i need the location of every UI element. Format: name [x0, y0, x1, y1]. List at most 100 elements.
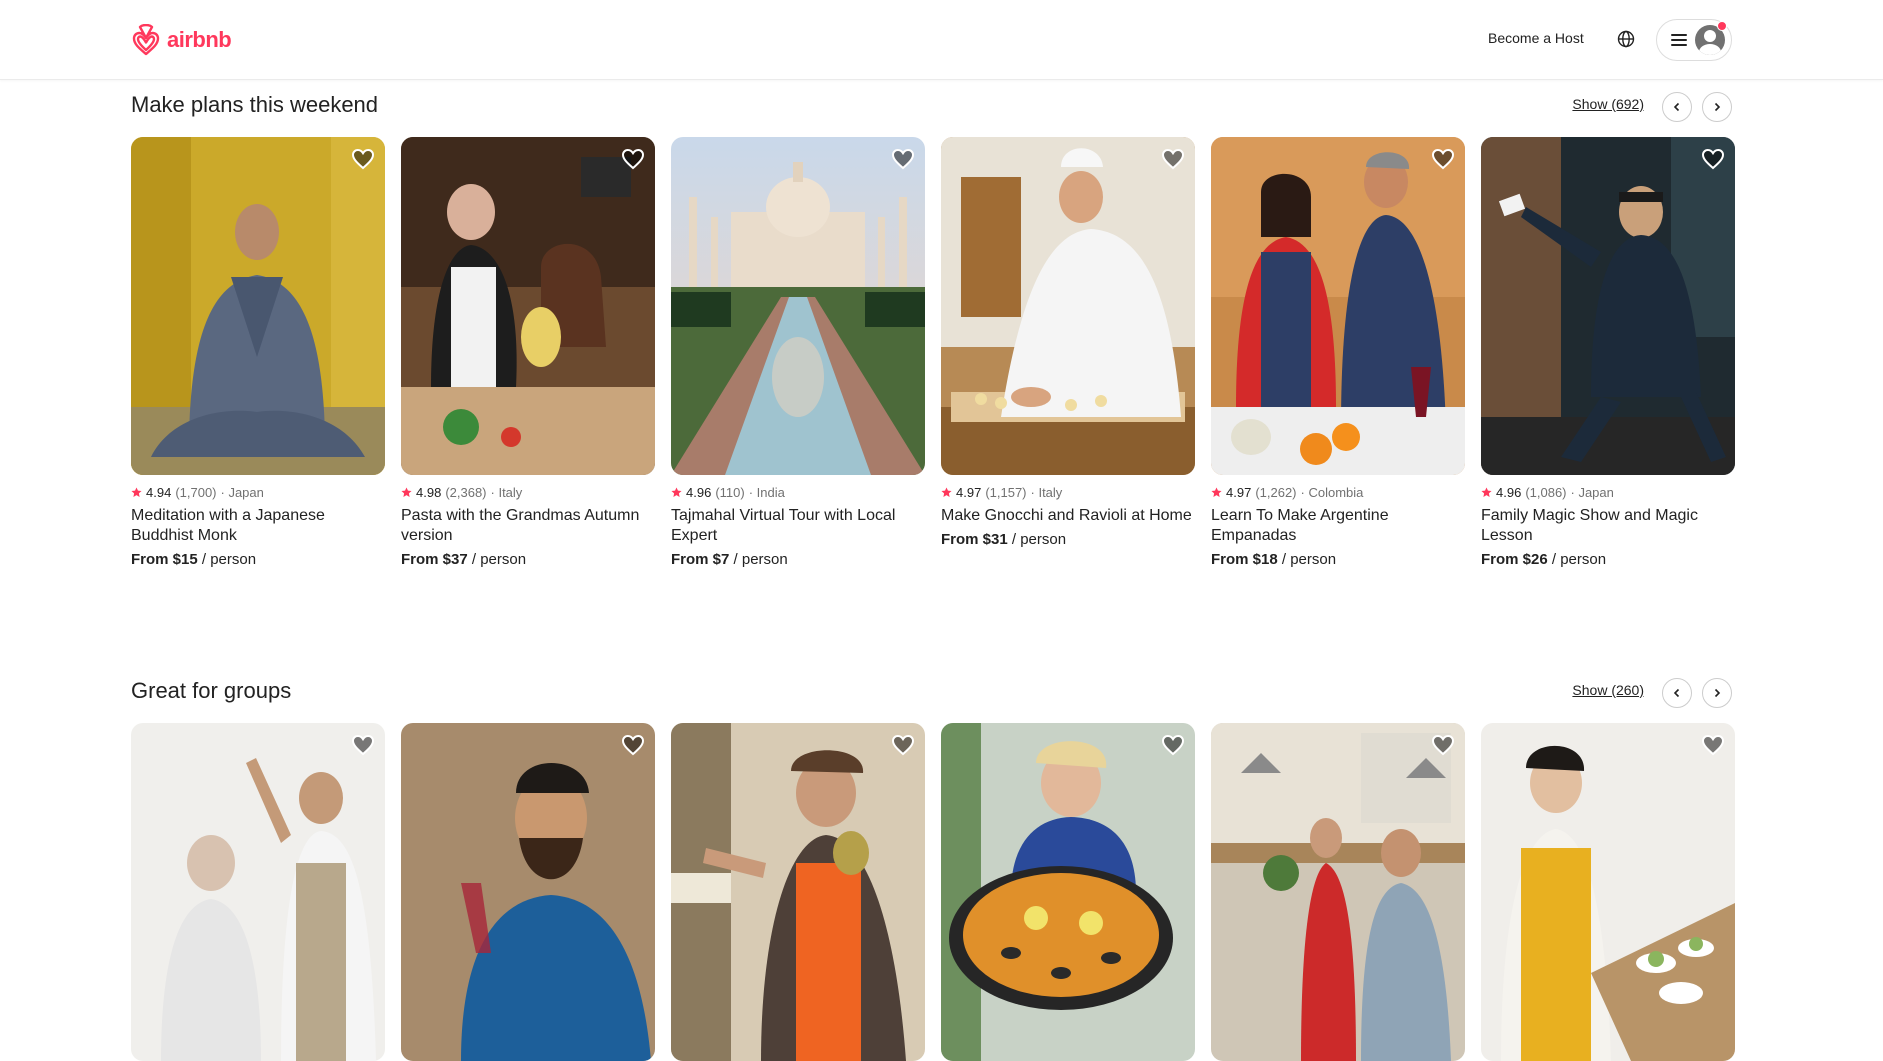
- price-unit: / person: [1007, 531, 1067, 548]
- section-title: Make plans this weekend: [131, 92, 379, 117]
- experience-title: Tajmahal Virtual Tour with Local Expert: [671, 507, 896, 544]
- location: · Japan: [220, 485, 264, 500]
- heart-icon[interactable]: [1701, 147, 1725, 171]
- experience-card[interactable]: [131, 723, 385, 1061]
- experience-card[interactable]: 4.96 (1,086) · Japan Family Magic Show a…: [1481, 137, 1735, 568]
- price-row: From $15 / person: [131, 551, 385, 568]
- experience-photo: [1211, 723, 1465, 1061]
- experience-photo: [1211, 137, 1465, 475]
- experience-photo: [671, 137, 925, 475]
- hamburger-menu-icon: [1671, 32, 1687, 48]
- airbnb-logo[interactable]: airbnb: [131, 24, 232, 56]
- price-row: From $31 / person: [941, 531, 1195, 548]
- experience-photo: [671, 723, 925, 1061]
- heart-icon[interactable]: [621, 733, 645, 757]
- experience-photo: [401, 723, 655, 1061]
- chevron-left-icon: [1673, 688, 1680, 698]
- carousel-prev-button[interactable]: [1662, 92, 1692, 122]
- rating-value: 4.97: [1226, 485, 1252, 500]
- experience-card[interactable]: [1481, 723, 1735, 1061]
- experience-card[interactable]: 4.97 (1,262) · Colombia Learn To Make Ar…: [1211, 137, 1465, 568]
- experience-title: Meditation with a Japanese Buddhist Monk: [131, 507, 325, 544]
- heart-icon[interactable]: [1161, 733, 1185, 757]
- heart-icon[interactable]: [1701, 733, 1725, 757]
- experience-title: Family Magic Show and Magic Lesson: [1481, 507, 1698, 544]
- star-icon: [131, 487, 142, 497]
- experience-photo: [1481, 723, 1735, 1061]
- rating-value: 4.97: [956, 485, 982, 500]
- rating-value: 4.98: [416, 485, 442, 500]
- location: · Italy: [490, 485, 523, 500]
- experience-card[interactable]: [401, 723, 655, 1061]
- price-unit: / person: [1277, 551, 1337, 568]
- experience-card[interactable]: 4.94 (1,700) · Japan Meditation with a J…: [131, 137, 385, 568]
- price-unit: / person: [1547, 551, 1607, 568]
- airbnb-logo-icon: [132, 24, 160, 56]
- experience-card[interactable]: [671, 723, 925, 1061]
- location: · Italy: [1030, 485, 1063, 500]
- heart-icon[interactable]: [351, 147, 375, 171]
- experience-photo: [131, 137, 385, 475]
- notification-dot: [1717, 21, 1727, 31]
- carousel-next-button[interactable]: [1702, 678, 1732, 708]
- review-count: (2,368): [445, 485, 487, 500]
- price-value: From $18: [1211, 551, 1278, 568]
- star-icon: [1211, 487, 1222, 497]
- heart-icon[interactable]: [891, 733, 915, 757]
- heart-icon[interactable]: [891, 147, 915, 171]
- rating-value: 4.96: [686, 485, 712, 500]
- rating-row: 4.96 (1,086) · Japan: [1481, 485, 1735, 500]
- card-row: [131, 723, 1735, 1061]
- review-count: (110): [715, 485, 745, 500]
- experience-title: Pasta with the Grandmas Autumn version: [401, 507, 640, 544]
- globe-icon[interactable]: [1614, 27, 1638, 51]
- price-unit: / person: [467, 551, 527, 568]
- experience-photo: [1481, 137, 1735, 475]
- price-row: From $7 / person: [671, 551, 925, 568]
- price-value: From $15: [131, 551, 198, 568]
- experience-card[interactable]: 4.98 (2,368) · Italy Pasta with the Gran…: [401, 137, 655, 568]
- rating-row: 4.97 (1,262) · Colombia: [1211, 485, 1465, 500]
- experience-card[interactable]: [1211, 723, 1465, 1061]
- star-icon: [671, 487, 682, 497]
- location: · India: [748, 485, 785, 500]
- experience-card[interactable]: [941, 723, 1195, 1061]
- experience-photo: [941, 137, 1195, 475]
- section-great-for-groups: Great for groups Show (260): [131, 678, 1735, 1061]
- carousel-prev-button[interactable]: [1662, 678, 1692, 708]
- show-all-link[interactable]: Show (260): [1572, 682, 1644, 698]
- price-value: From $7: [671, 551, 730, 568]
- review-count: (1,086): [1525, 485, 1567, 500]
- experience-card[interactable]: 4.96 (110) · India Tajmahal Virtual Tour…: [671, 137, 925, 568]
- heart-icon[interactable]: [351, 733, 375, 757]
- section-make-plans: Make plans this weekend Show (692) 4.94 …: [131, 92, 1735, 582]
- review-count: (1,700): [175, 485, 217, 500]
- section-title: Great for groups: [131, 678, 292, 703]
- star-icon: [1481, 487, 1492, 497]
- star-icon: [941, 487, 952, 497]
- price-row: From $18 / person: [1211, 551, 1465, 568]
- rating-value: 4.94: [146, 485, 172, 500]
- rating-row: 4.96 (110) · India: [671, 485, 925, 500]
- review-count: (1,157): [985, 485, 1027, 500]
- price-row: From $26 / person: [1481, 551, 1735, 568]
- chevron-right-icon: [1714, 102, 1721, 112]
- location: · Japan: [1570, 485, 1614, 500]
- price-value: From $37: [401, 551, 468, 568]
- carousel-next-button[interactable]: [1702, 92, 1732, 122]
- experience-photo: [401, 137, 655, 475]
- heart-icon[interactable]: [1431, 733, 1455, 757]
- review-count: (1,262): [1255, 485, 1297, 500]
- heart-icon[interactable]: [1431, 147, 1455, 171]
- experience-title: Learn To Make Argentine Empanadas: [1211, 507, 1389, 544]
- show-all-link[interactable]: Show (692): [1572, 96, 1644, 112]
- rating-row: 4.97 (1,157) · Italy: [941, 485, 1195, 500]
- become-host-link[interactable]: Become a Host: [1480, 28, 1592, 48]
- heart-icon[interactable]: [621, 147, 645, 171]
- rating-value: 4.96: [1496, 485, 1522, 500]
- star-icon: [401, 487, 412, 497]
- heart-icon[interactable]: [1161, 147, 1185, 171]
- chevron-right-icon: [1714, 688, 1721, 698]
- price-value: From $26: [1481, 551, 1548, 568]
- experience-card[interactable]: 4.97 (1,157) · Italy Make Gnocchi and Ra…: [941, 137, 1195, 568]
